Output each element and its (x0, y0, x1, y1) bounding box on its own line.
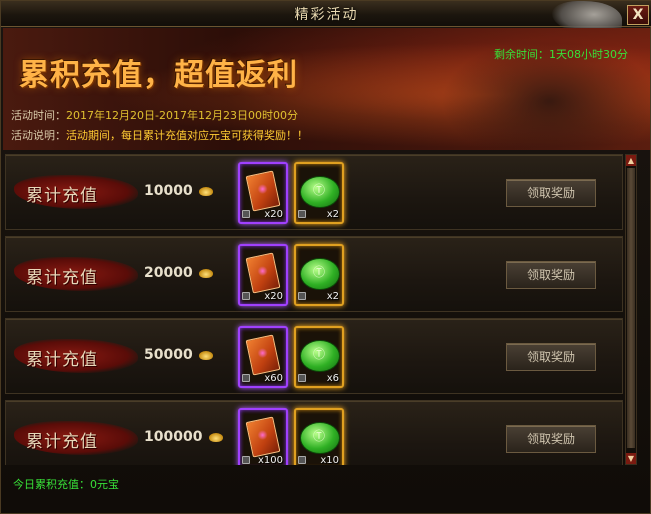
item-quantity: x6 (326, 373, 339, 384)
event-time-label: 活动时间： (11, 109, 66, 122)
scroll-thumb[interactable] (627, 168, 635, 448)
banner-title: 累积充值，超值返利 (19, 58, 298, 93)
lock-icon (298, 292, 306, 300)
scrollbar[interactable]: ▲ ▼ (625, 154, 637, 465)
reward-row: 累计充值 50000 x60 x6 领取奖励 (5, 318, 623, 394)
event-description-label: 活动说明： (11, 129, 66, 142)
reward-row-label: 累计充值 (26, 186, 98, 206)
reward-list[interactable]: 累计充值 10000 x20 x2 领取奖励 累计充值 20000 (5, 154, 623, 465)
reward-row: 累计充值 100000 x100 x10 领取奖励 (5, 400, 623, 465)
item-quantity: x10 (320, 455, 339, 465)
lock-icon (242, 292, 250, 300)
scroll-up-arrow-icon[interactable]: ▲ (626, 155, 636, 166)
today-recharge-total: 今日累积充值：0元宝 (13, 478, 119, 491)
ticket-icon (245, 334, 281, 376)
recharge-amount: 20000 (144, 265, 193, 281)
green-gem-icon (300, 258, 340, 290)
lock-icon (242, 210, 250, 218)
ticket-icon (245, 252, 281, 294)
lock-icon (298, 210, 306, 218)
gold-ingot-icon (199, 187, 213, 196)
event-description: 活动说明：活动期间，每日累计充值对应元宝可获得奖励！！ (11, 127, 308, 143)
reward-row-label: 累计充值 (26, 350, 98, 370)
lock-icon (242, 456, 250, 464)
item-quantity: x20 (264, 291, 283, 302)
item-quantity: x20 (264, 209, 283, 220)
claim-reward-button[interactable]: 领取奖励 (506, 343, 596, 371)
claim-reward-button[interactable]: 领取奖励 (506, 179, 596, 207)
reward-item-slot[interactable]: x20 (238, 244, 288, 306)
scroll-down-arrow-icon[interactable]: ▼ (626, 453, 636, 464)
item-quantity: x100 (257, 455, 283, 465)
reward-item-slot[interactable]: x100 (238, 408, 288, 465)
ticket-icon (245, 170, 281, 212)
event-time: 活动时间：2017年12月20日-2017年12月23日00时00分 (11, 107, 298, 123)
lock-icon (242, 374, 250, 382)
reward-item-slot[interactable]: x2 (294, 244, 344, 306)
reward-item-slot[interactable]: x6 (294, 326, 344, 388)
close-button[interactable]: X (627, 5, 649, 25)
gold-ingot-icon (199, 269, 213, 278)
claim-reward-button[interactable]: 领取奖励 (506, 425, 596, 453)
reward-item-slot[interactable]: x2 (294, 162, 344, 224)
reward-item-slot[interactable]: x20 (238, 162, 288, 224)
reward-item-slot[interactable]: x10 (294, 408, 344, 465)
countdown-timer: 剩余时间：1天08小时30分 (494, 48, 628, 61)
reward-row: 累计充值 10000 x20 x2 领取奖励 (5, 154, 623, 230)
item-quantity: x2 (326, 291, 339, 302)
title-bar[interactable]: 精彩活动 X (1, 1, 651, 35)
reward-row-label: 累计充值 (26, 268, 98, 288)
gold-ingot-icon (199, 351, 213, 360)
ticket-icon (245, 416, 281, 458)
reward-row-label: 累计充值 (26, 432, 98, 452)
recharge-amount: 10000 (144, 183, 193, 199)
item-quantity: x60 (264, 373, 283, 384)
lock-icon (298, 374, 306, 382)
event-time-value: 2017年12月20日-2017年12月23日00时00分 (66, 109, 298, 122)
green-gem-icon (300, 176, 340, 208)
activity-window: 精彩活动 X 累积充值，超值返利 剩余时间：1天08小时30分 活动时间：201… (0, 0, 651, 514)
event-description-value: 活动期间，每日累计充值对应元宝可获得奖励！！ (66, 129, 308, 142)
lock-icon (298, 456, 306, 464)
recharge-amount: 100000 (144, 429, 203, 445)
green-gem-icon (300, 422, 340, 454)
green-gem-icon (300, 340, 340, 372)
claim-reward-button[interactable]: 领取奖励 (506, 261, 596, 289)
recharge-amount: 50000 (144, 347, 193, 363)
reward-item-slot[interactable]: x60 (238, 326, 288, 388)
item-quantity: x2 (326, 209, 339, 220)
reward-row: 累计充值 20000 x20 x2 领取奖励 (5, 236, 623, 312)
gold-ingot-icon (209, 433, 223, 442)
event-banner: 累积充值，超值返利 剩余时间：1天08小时30分 活动时间：2017年12月20… (3, 28, 650, 150)
